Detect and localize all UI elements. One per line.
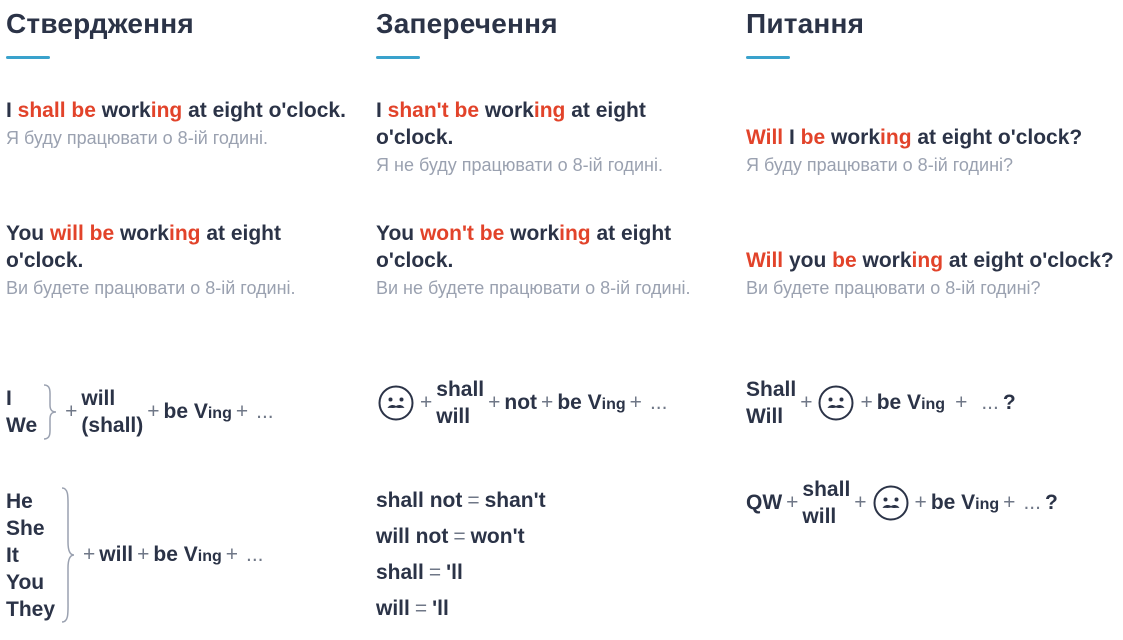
negative-column: Заперечення I shan't be working at eight… <box>376 0 741 640</box>
affirmative-example-1: I shall be working at eight o'clock. Я б… <box>6 97 356 152</box>
heading-affirmative: Ствердження <box>6 8 194 39</box>
question-formula-1: Shall Will + + be Ving + ... ? <box>746 378 1016 428</box>
subject-list: He She It You They <box>6 489 56 621</box>
affirmative-example-2: You will be working at eight o'clock. Ви… <box>6 220 356 302</box>
negative-formula: + shall will + not + be Ving + ... <box>376 376 671 430</box>
contraction-row: will not = won't <box>376 525 525 548</box>
mustache-face-icon <box>818 385 854 421</box>
example-sentence: I shan't be working at eight o'clock. <box>376 99 646 149</box>
example-translation: Ви будете працювати о 8-ій годині? <box>746 278 1041 298</box>
affirmative-column: Ствердження I shall be working at eight … <box>6 0 371 640</box>
example-translation: Я не буду працювати о 8-ій годині. <box>376 155 663 175</box>
negative-example-1: I shan't be working at eight o'clock. Я … <box>376 97 726 179</box>
heading-underline <box>6 56 50 59</box>
affirmative-formula-2: He She It You They + will + be Ving + ..… <box>6 486 268 624</box>
example-sentence: I shall be working at eight o'clock. <box>6 99 346 122</box>
be-ving: be Ving <box>876 391 946 414</box>
negative-example-2: You won't be working at eight o'clock. В… <box>376 220 726 302</box>
heading-negative: Заперечення <box>376 8 558 39</box>
be-ving: be Ving <box>930 491 1000 514</box>
question-example-2: Will you be working at eight o'clock? Ви… <box>746 247 1118 302</box>
contractions-list: shall not = shan't will not = won't shall ='l… <box>376 483 546 627</box>
subject-list: I We <box>6 387 38 437</box>
question-example-1: Will I be working at eight o'clock? Я бу… <box>746 124 1118 179</box>
question-column: Питання Will I be working at eight o'clo… <box>746 0 1118 640</box>
mustache-face-icon <box>873 485 909 521</box>
example-translation: Я буду працювати о 8-ій годині? <box>746 155 1014 175</box>
example-sentence: You will be working at eight o'clock. <box>6 222 282 272</box>
be-ving: be Ving <box>557 391 626 414</box>
heading-question: Питання <box>746 8 865 39</box>
example-translation: Ви не будете працювати о 8-ій годині. <box>376 278 691 298</box>
brace-icon <box>44 384 57 440</box>
heading-underline <box>376 56 420 59</box>
question-formula-2: QW + shall will + + be Ving + ... ? <box>746 478 1058 528</box>
mustache-face-icon <box>378 385 414 421</box>
example-sentence: Will you be working at eight o'clock? <box>746 249 1114 272</box>
auxiliary-stack: shall will <box>802 478 851 528</box>
example-sentence: Will I be working at eight o'clock? <box>746 126 1083 149</box>
be-ving: be Ving <box>163 400 232 423</box>
contraction-row: shall not = shan't <box>376 489 546 512</box>
auxiliary-stack: shall will <box>436 378 485 428</box>
contraction-row: shall ='ll <box>376 561 463 584</box>
be-ving: be Ving <box>153 543 222 566</box>
example-translation: Я буду працювати о 8-ій годині. <box>6 128 269 148</box>
example-translation: Ви будете працювати о 8-ій годині. <box>6 278 296 298</box>
example-sentence: You won't be working at eight o'clock. <box>376 222 672 272</box>
brace-icon <box>61 487 75 623</box>
auxiliary-stack: Shall Will <box>746 378 797 428</box>
affirmative-formula-1: I We + will (shall) + be Ving + ... <box>6 383 278 441</box>
auxiliary-stack: will (shall) <box>81 387 144 437</box>
contraction-row: will ='ll <box>376 597 449 620</box>
heading-underline <box>746 56 790 59</box>
